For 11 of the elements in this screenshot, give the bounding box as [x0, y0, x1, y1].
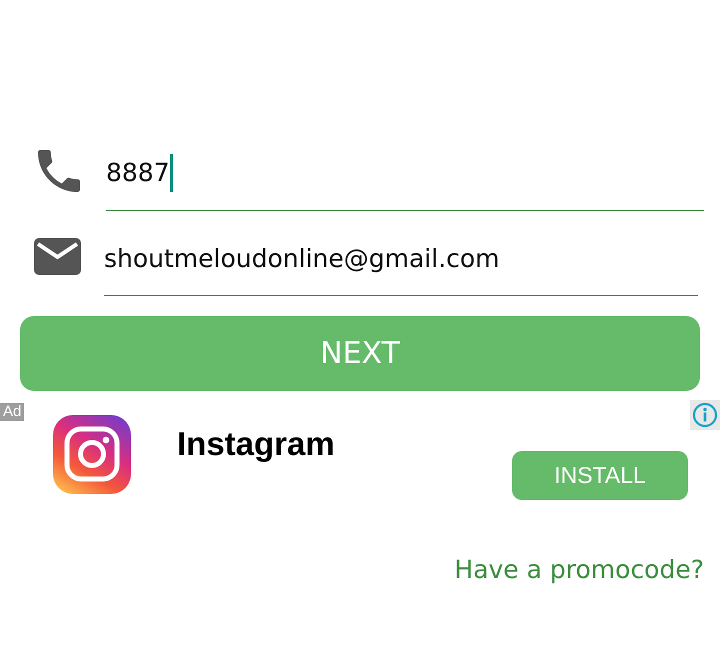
ad-badge: Ad — [0, 403, 24, 421]
phone-field[interactable]: 8887 — [106, 144, 704, 211]
next-button[interactable]: NEXT — [20, 316, 700, 391]
install-button[interactable]: INSTALL — [512, 451, 688, 500]
mail-icon — [34, 238, 81, 275]
phone-icon — [37, 150, 81, 192]
promocode-link[interactable]: Have a promocode? — [454, 555, 704, 584]
text-cursor — [170, 154, 173, 192]
email-field[interactable]: shoutmeloudonline@gmail.com — [104, 230, 698, 296]
app-name: Instagram — [177, 425, 335, 464]
camera-app-icon[interactable] — [53, 415, 131, 494]
